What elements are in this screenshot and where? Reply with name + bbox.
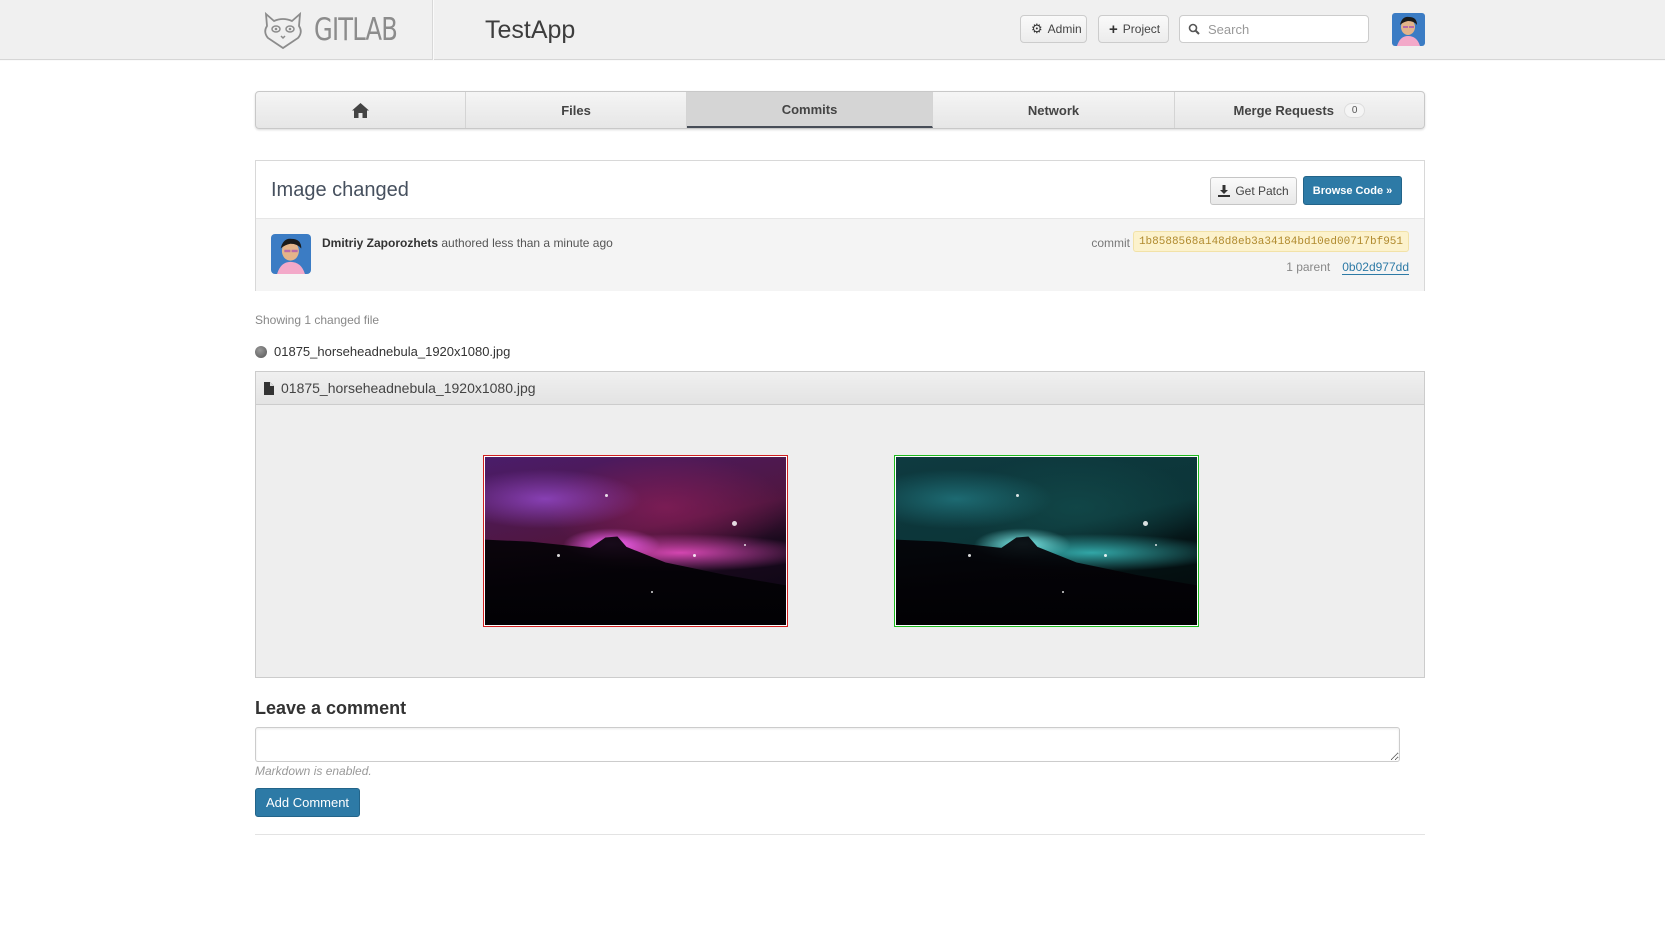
diff-file-name: 01875_horseheadnebula_1920x1080.jpg: [281, 380, 536, 396]
diff-file-header: 01875_horseheadnebula_1920x1080.jpg: [256, 372, 1424, 405]
tab-merge-requests-label: Merge Requests: [1233, 102, 1334, 118]
authored-time: authored less than a minute ago: [441, 236, 613, 250]
commit-label: commit: [1091, 236, 1130, 250]
top-navbar: GITLAB TestApp ⚙ Admin + Project: [0, 0, 1665, 60]
search-icon: [1188, 23, 1200, 35]
browse-code-button[interactable]: Browse Code »: [1303, 176, 1402, 205]
project-tabs: Files Commits Network Merge Requests 0: [255, 91, 1425, 129]
file-diff: 01875_horseheadnebula_1920x1080.jpg: [255, 371, 1425, 678]
star: [605, 493, 609, 497]
changed-file-list-item[interactable]: 01875_horseheadnebula_1920x1080.jpg: [255, 344, 510, 359]
star: [1142, 520, 1148, 526]
old-image-frame: [483, 455, 788, 627]
parent-count: 1 parent: [1286, 260, 1331, 274]
download-icon: [1218, 185, 1231, 197]
search-box[interactable]: [1179, 15, 1369, 43]
home-icon: [352, 102, 369, 118]
old-image: [485, 457, 786, 625]
admin-button[interactable]: ⚙ Admin: [1020, 15, 1087, 43]
gear-icon: ⚙: [1031, 21, 1043, 36]
star: [1016, 493, 1020, 497]
star: [731, 520, 737, 526]
user-avatar-image: [1392, 13, 1425, 46]
get-patch-button[interactable]: Get Patch: [1210, 177, 1297, 205]
merge-requests-count-badge: 0: [1343, 102, 1366, 118]
commit-panel: Image changed Get Patch Browse Code » Dm…: [255, 160, 1425, 291]
tab-merge-requests[interactable]: Merge Requests 0: [1175, 92, 1424, 128]
commit-sha: 1b8588568a148d8eb3a34184bd10ed00717bf951: [1132, 231, 1409, 252]
star: [1103, 554, 1107, 558]
nebula-silhouette: [485, 536, 786, 625]
search-input[interactable]: [1206, 20, 1356, 38]
tab-commits-label: Commits: [781, 101, 838, 117]
author-avatar-image: [271, 234, 311, 274]
tab-home[interactable]: [256, 92, 466, 128]
author-name[interactable]: Dmitriy Zaporozhets: [322, 236, 438, 250]
get-patch-label: Get Patch: [1235, 184, 1289, 198]
star: [1154, 544, 1157, 547]
tab-commits[interactable]: Commits: [687, 92, 933, 128]
parent-line: 1 parent 0b02d977dd: [1286, 260, 1409, 275]
plus-icon: +: [1109, 20, 1118, 38]
commit-meta: Dmitriy Zaporozhets authored less than a…: [256, 218, 1424, 291]
add-comment-button[interactable]: Add Comment: [255, 788, 360, 817]
file-status-icon: [255, 345, 267, 358]
comment-textarea[interactable]: [255, 727, 1400, 762]
gitlab-cat-icon: [264, 11, 302, 50]
parent-commit-link[interactable]: 0b02d977dd: [1342, 260, 1409, 275]
admin-label: Admin: [1047, 22, 1082, 36]
tab-network-label: Network: [1027, 102, 1080, 118]
star: [692, 554, 696, 558]
project-title[interactable]: TestApp: [485, 16, 575, 45]
new-image: [896, 457, 1197, 625]
user-avatar[interactable]: [1392, 13, 1425, 46]
changed-files-summary: Showing 1 changed file: [255, 313, 380, 327]
header-divider: [432, 0, 433, 60]
gitlab-logo[interactable]: GITLAB: [262, 8, 421, 52]
tab-files[interactable]: Files: [466, 92, 687, 128]
changed-file-name: 01875_horseheadnebula_1920x1080.jpg: [274, 344, 511, 359]
new-project-button[interactable]: + Project: [1098, 15, 1169, 43]
logo-text: GITLAB: [314, 12, 398, 48]
file-icon: [264, 381, 274, 395]
new-image-frame: [894, 455, 1199, 627]
commit-title: Image changed: [271, 179, 409, 201]
project-label: Project: [1122, 22, 1161, 36]
author-avatar[interactable]: [271, 234, 311, 274]
comment-heading: Leave a comment: [255, 698, 407, 718]
tab-files-label: Files: [561, 102, 591, 118]
nebula-silhouette: [896, 536, 1197, 625]
author-line: Dmitriy Zaporozhets authored less than a…: [322, 236, 613, 250]
star: [743, 544, 746, 547]
markdown-hint: Markdown is enabled.: [255, 764, 372, 778]
divider: [255, 834, 1425, 835]
tab-network[interactable]: Network: [933, 92, 1175, 128]
